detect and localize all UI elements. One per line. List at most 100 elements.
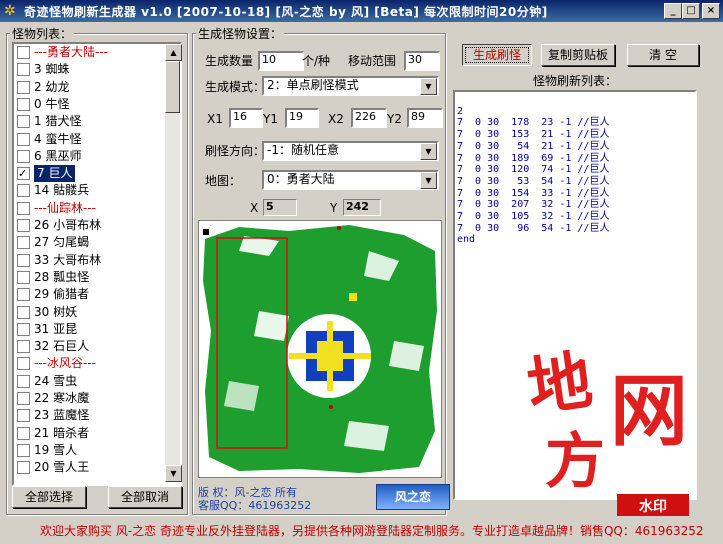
list-item-checkbox[interactable] bbox=[17, 132, 30, 146]
mode-select[interactable]: 2：单点刷怪模式 ▼ bbox=[262, 76, 439, 96]
list-item-checkbox[interactable] bbox=[17, 149, 30, 163]
list-item-checkbox[interactable] bbox=[17, 46, 30, 59]
list-item-label: 29 偷猎者 bbox=[34, 287, 90, 302]
list-item-checkbox[interactable] bbox=[17, 409, 30, 423]
y1-field[interactable]: 19 bbox=[285, 108, 319, 128]
map-label: 地图： bbox=[205, 174, 242, 188]
list-item[interactable]: 2 幼龙 bbox=[16, 79, 164, 96]
x2-field[interactable]: 226 bbox=[351, 108, 387, 128]
x-readout-label: X bbox=[250, 201, 259, 215]
maximize-button[interactable]: □ bbox=[682, 3, 700, 19]
copy-clipboard-button[interactable]: 复制剪贴板 bbox=[541, 44, 615, 66]
list-item-checkbox[interactable] bbox=[17, 443, 30, 457]
list-item-checkbox[interactable] bbox=[17, 201, 30, 215]
x-readout: 5 bbox=[263, 199, 297, 216]
title-bar[interactable]: ✲ 奇迹怪物刷新生成器 v1.0 [2007-10-18] [风-之恋 by 风… bbox=[0, 0, 723, 22]
list-item-label: 23 蓝魔怪 bbox=[34, 408, 90, 423]
list-item-checkbox[interactable] bbox=[17, 392, 30, 405]
list-item[interactable]: ---冰风谷--- bbox=[16, 355, 164, 372]
support-qq: 客服QQ：461963252 bbox=[198, 499, 312, 512]
list-item-label: ---勇者大陆--- bbox=[34, 45, 108, 59]
chevron-down-icon[interactable]: ▼ bbox=[420, 78, 437, 95]
list-item-checkbox[interactable] bbox=[17, 357, 30, 371]
move-range-field[interactable]: 30 bbox=[404, 51, 440, 71]
list-item-checkbox[interactable] bbox=[17, 340, 30, 354]
app-icon: ✲ bbox=[4, 3, 16, 19]
cancel-all-button[interactable]: 全部取消 bbox=[108, 486, 182, 508]
list-item-checkbox[interactable] bbox=[17, 115, 30, 129]
chevron-down-icon[interactable]: ▼ bbox=[420, 172, 437, 189]
list-item[interactable]: 24 雪虫 bbox=[16, 373, 164, 390]
list-item-checkbox[interactable] bbox=[17, 288, 30, 302]
list-item-checkbox[interactable] bbox=[17, 184, 30, 198]
list-item-checkbox[interactable] bbox=[17, 461, 30, 475]
list-item[interactable]: 14 骷髅兵 bbox=[16, 182, 164, 199]
close-button[interactable]: × bbox=[702, 3, 720, 19]
list-item[interactable]: 7 巨人 bbox=[16, 165, 164, 183]
list-item[interactable]: 19 雪人 bbox=[16, 442, 164, 459]
list-item[interactable]: 0 牛怪 bbox=[16, 96, 164, 113]
output-label: 怪物刷新列表： bbox=[533, 74, 618, 88]
list-item[interactable]: 3 蜘蛛 bbox=[16, 61, 164, 78]
direction-select[interactable]: -1：随机任意 ▼ bbox=[262, 141, 439, 161]
list-item[interactable]: 33 大哥布林 bbox=[16, 252, 164, 269]
map-select-value: 0：勇者大陆 bbox=[267, 172, 335, 186]
list-item-label: 0 牛怪 bbox=[34, 96, 70, 111]
select-all-button[interactable]: 全部选择 bbox=[12, 486, 86, 508]
list-item-checkbox[interactable] bbox=[17, 374, 30, 388]
list-item-label: 26 小哥布林 bbox=[34, 218, 102, 232]
list-item-checkbox[interactable] bbox=[17, 253, 30, 267]
direction-select-value: -1：随机任意 bbox=[267, 143, 339, 157]
list-item-checkbox[interactable] bbox=[17, 165, 30, 182]
y-readout: 242 bbox=[343, 199, 381, 216]
scroll-up-button[interactable]: ▲ bbox=[165, 44, 182, 61]
clear-button[interactable]: 清 空 bbox=[627, 44, 699, 66]
list-item[interactable]: 4 蛮牛怪 bbox=[16, 131, 164, 148]
list-item-label: ---冰风谷--- bbox=[34, 356, 96, 371]
scroll-down-button[interactable]: ▼ bbox=[165, 465, 182, 482]
list-item[interactable]: 32 石巨人 bbox=[16, 338, 164, 355]
list-item[interactable]: ---仙踪林--- bbox=[16, 200, 164, 217]
list-item-checkbox[interactable] bbox=[17, 97, 30, 111]
list-item-checkbox[interactable] bbox=[17, 63, 30, 77]
y2-field[interactable]: 89 bbox=[407, 108, 443, 128]
list-item[interactable]: 27 匀尾蝎 bbox=[16, 234, 164, 251]
list-item[interactable]: 22 寒冰魔 bbox=[16, 390, 164, 407]
list-item-checkbox[interactable] bbox=[17, 305, 30, 319]
list-item-label: 24 雪虫 bbox=[34, 373, 78, 388]
map-view[interactable] bbox=[198, 220, 442, 478]
list-item[interactable]: ---勇者大陆--- bbox=[16, 44, 164, 61]
scroll-thumb[interactable] bbox=[165, 61, 180, 113]
minimize-button[interactable]: _ bbox=[664, 3, 682, 19]
list-item-checkbox[interactable] bbox=[17, 270, 30, 284]
copyright-text: 版 权：风-之恋 所有 bbox=[198, 486, 297, 499]
list-item[interactable]: 1 猎犬怪 bbox=[16, 113, 164, 130]
list-item-checkbox[interactable] bbox=[17, 236, 30, 250]
map-select[interactable]: 0：勇者大陆 ▼ bbox=[262, 170, 439, 190]
list-item[interactable]: 23 蓝魔怪 bbox=[16, 407, 164, 424]
generate-button[interactable]: 生成刷怪 bbox=[462, 44, 532, 66]
list-item[interactable]: 20 雪人王 bbox=[16, 459, 164, 476]
monster-listbox[interactable]: ---勇者大陆--- 3 蜘蛛 2 幼龙 0 牛怪 1 猎犬怪 4 蛮牛怪 6 黑巫师 7 巨… bbox=[12, 42, 182, 486]
list-item-checkbox[interactable] bbox=[17, 426, 30, 440]
list-item-label: 14 骷髅兵 bbox=[34, 183, 90, 198]
list-item[interactable]: 30 树妖 bbox=[16, 304, 164, 321]
list-item-checkbox[interactable] bbox=[17, 322, 30, 336]
x1-field[interactable]: 16 bbox=[229, 108, 263, 128]
list-item-label: 6 黑巫师 bbox=[34, 148, 82, 163]
chevron-down-icon[interactable]: ▼ bbox=[420, 143, 437, 160]
watermark-char-1: 地 bbox=[523, 342, 597, 427]
count-field[interactable]: 10 bbox=[258, 51, 304, 71]
list-item[interactable]: 29 偷猎者 bbox=[16, 286, 164, 303]
y-readout-label: Y bbox=[330, 201, 338, 215]
list-item[interactable]: 28 瓢虫怪 bbox=[16, 269, 164, 286]
monster-list-scrollbar[interactable]: ▲ ▼ bbox=[165, 44, 182, 482]
map-image[interactable] bbox=[199, 221, 441, 477]
list-item-checkbox[interactable] bbox=[17, 80, 30, 94]
list-item[interactable]: 21 暗杀者 bbox=[16, 425, 164, 442]
list-item[interactable]: 6 黑巫师 bbox=[16, 148, 164, 165]
list-item-checkbox[interactable] bbox=[17, 219, 30, 232]
list-item[interactable]: 26 小哥布林 bbox=[16, 217, 164, 234]
status-bar: 欢迎大家购买 风-之恋 奇迹专业反外挂登陆器，另提供各种网游登陆器定制服务。专业… bbox=[0, 516, 723, 544]
list-item[interactable]: 31 亚昆 bbox=[16, 321, 164, 338]
